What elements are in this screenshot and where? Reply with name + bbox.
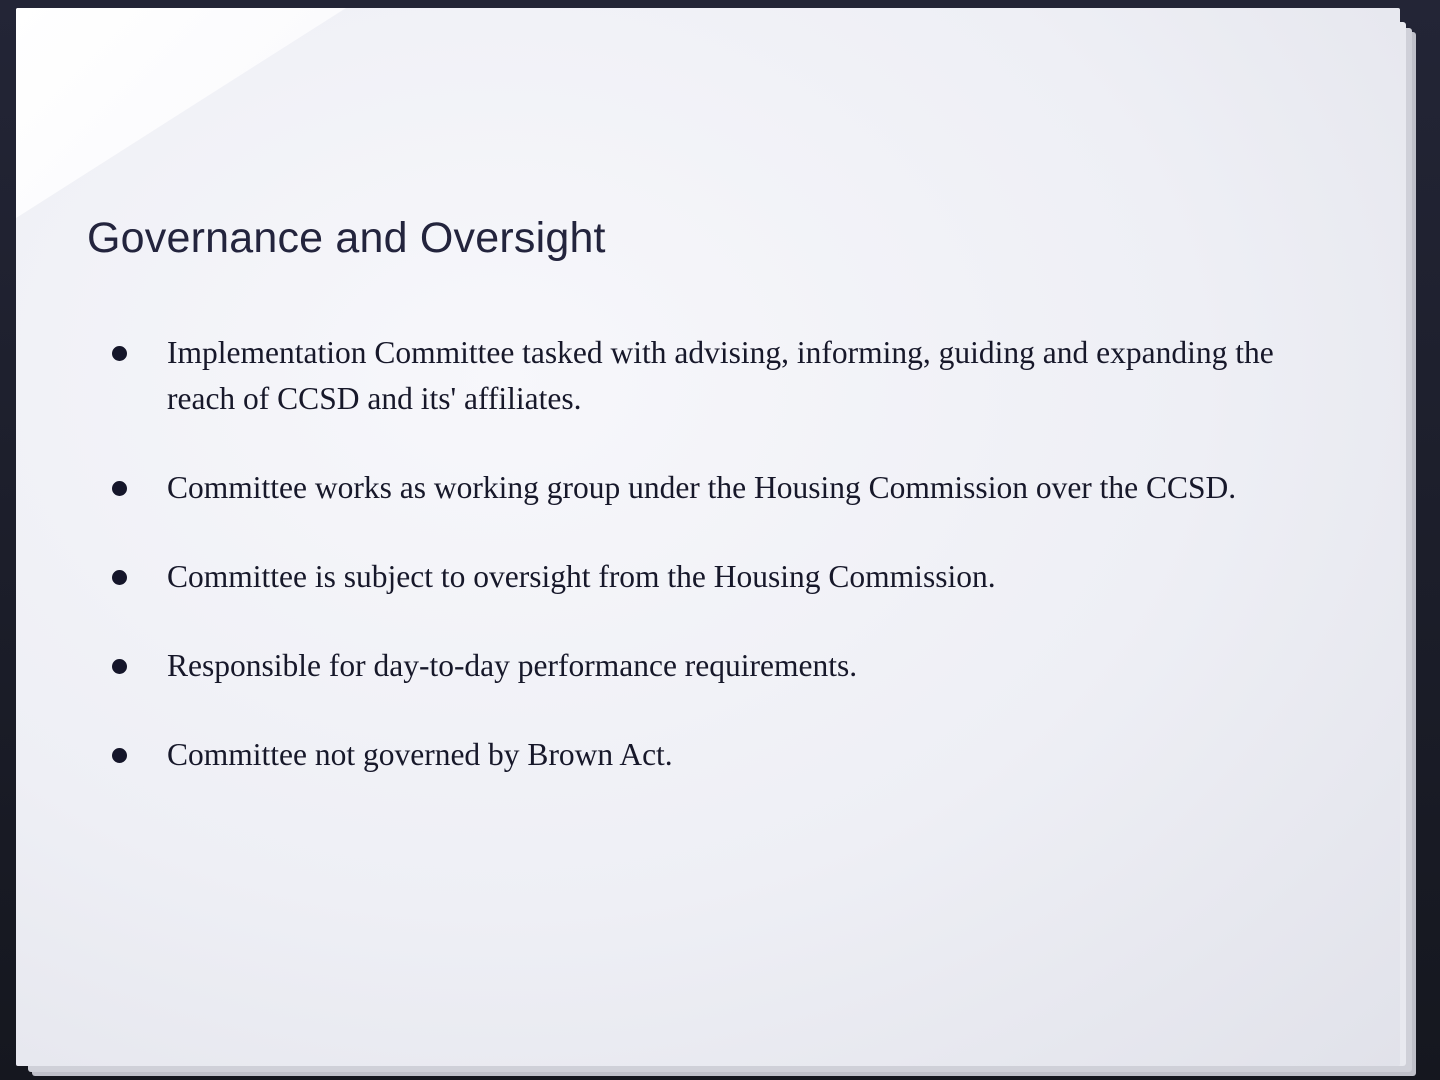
bullet-dot-icon <box>112 570 127 585</box>
bullet-dot-icon <box>112 481 127 496</box>
bullet-item: Implementation Committee tasked with adv… <box>112 330 1322 422</box>
bullet-text: Implementation Committee tasked with adv… <box>167 335 1274 416</box>
bullet-text: Responsible for day-to-day performance r… <box>167 648 858 683</box>
bullet-item: Committee not governed by Brown Act. <box>112 732 1322 778</box>
bullet-dot-icon <box>112 748 127 763</box>
bullet-text: Committee is subject to oversight from t… <box>167 559 996 594</box>
bullet-item: Responsible for day-to-day performance r… <box>112 643 1322 689</box>
light-glare <box>16 8 346 218</box>
bullet-text: Committee works as working group under t… <box>167 470 1237 505</box>
bullet-item: Committee is subject to oversight from t… <box>112 554 1322 600</box>
bullet-dot-icon <box>112 659 127 674</box>
slide-title: Governance and Oversight <box>87 214 606 262</box>
bullet-dot-icon <box>112 346 127 361</box>
bullet-item: Committee works as working group under t… <box>112 465 1322 511</box>
printed-slide-page: Governance and Oversight Implementation … <box>16 8 1400 1066</box>
bullet-list: Implementation Committee tasked with adv… <box>112 330 1322 778</box>
bullet-text: Committee not governed by Brown Act. <box>167 737 673 772</box>
photo-scene: Governance and Oversight Implementation … <box>0 0 1440 1080</box>
